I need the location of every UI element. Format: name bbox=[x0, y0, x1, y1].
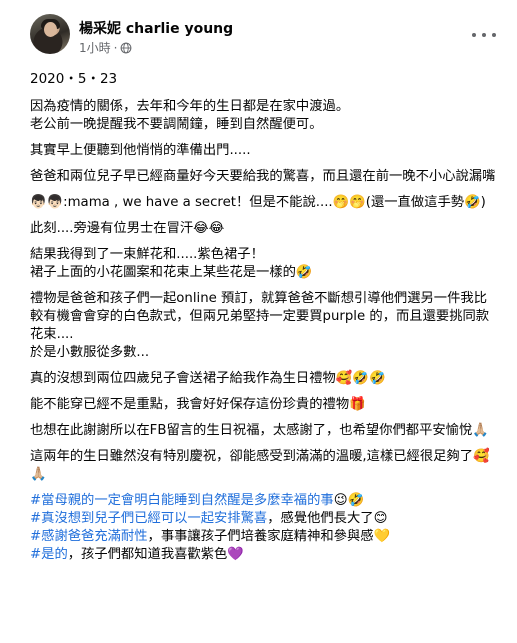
hashtag-line: #感謝爸爸充滿耐性，事事讓孩子們培養家庭精神和參與感💛 bbox=[30, 528, 500, 546]
hashtag-line-text: ，事事讓孩子們培養家庭精神和參與感💛 bbox=[147, 529, 391, 544]
hashtag-list: #當母親的一定會明白能睡到自然醒是多麼幸福的事😉🤣 #真沒想到兒子們已經可以一起… bbox=[30, 492, 500, 564]
post-timestamp[interactable]: 1小時 bbox=[79, 39, 111, 56]
hashtag-line: #當母親的一定會明白能睡到自然醒是多麼幸福的事😉🤣 bbox=[30, 492, 500, 510]
author-name[interactable]: 楊采妮 charlie young bbox=[79, 18, 233, 38]
hashtag-line-text: ，感覺他們長大了😊 bbox=[267, 511, 388, 526]
post-paragraph: 也想在此謝謝所以在FB留言的生日祝福，太感謝了，也希望你們都平安愉悅🙏🏼 bbox=[30, 423, 489, 438]
hashtag-link[interactable]: #是的 bbox=[30, 547, 68, 562]
hashtag-link[interactable]: #當母親的一定會明白能睡到自然醒是多麼幸福的事 bbox=[30, 493, 334, 508]
facebook-post: 楊采妮 charlie young 1小時 · 2020・5・23 因為疫情的關… bbox=[0, 0, 517, 643]
author-avatar[interactable] bbox=[30, 14, 70, 54]
post-body: 2020・5・23 因為疫情的關係，去年和今年的生日都是在家中渡過。 老公前一晚… bbox=[30, 70, 500, 564]
globe-icon[interactable] bbox=[120, 42, 132, 54]
post-paragraph: 能不能穿已經不是重點，我會好好保存這份珍貴的禮物🎁 bbox=[30, 397, 366, 412]
post-paragraph: 真的沒想到兩位四歲兒子會送裙子給我作為生日禮物🥰🤣🤣 bbox=[30, 371, 386, 386]
post-paragraph: 這兩年的生日雖然沒有特別慶祝，卻能感受到滿滿的溫暖,這樣已經很足夠了🥰🙏🏼 bbox=[30, 449, 490, 482]
hashtag-link[interactable]: #真沒想到兒子們已經可以一起安排驚喜 bbox=[30, 511, 267, 526]
post-date: 2020・5・23 bbox=[30, 71, 118, 87]
meta-separator: · bbox=[113, 40, 118, 55]
more-options-icon[interactable] bbox=[472, 28, 496, 42]
post-paragraph: 因為疫情的關係，去年和今年的生日都是在家中渡過。 老公前一晚提醒我不要調鬧鐘，睡… bbox=[30, 99, 350, 132]
post-paragraph: 結果我得到了一束鮮花和.....紫色裙子！ 裙子上面的小花圖案和花束上某些花是一… bbox=[30, 247, 313, 280]
post-meta: 1小時 · bbox=[79, 39, 132, 56]
hashtag-line-text: 😉🤣 bbox=[333, 493, 365, 508]
hashtag-line-text: ，孩子們都知道我喜歡紫色💜 bbox=[67, 547, 244, 562]
post-paragraph: 此刻....旁邊有位男士在冒汗😂😂 bbox=[30, 221, 225, 236]
post-paragraph: 爸爸和兩位兒子早已經商量好今天要給我的驚喜，而且還在前一晚不小心說漏嘴 bbox=[30, 169, 496, 184]
hashtag-link[interactable]: #感謝爸爸充滿耐性 bbox=[30, 529, 148, 544]
post-header: 楊采妮 charlie young 1小時 · bbox=[30, 14, 517, 60]
post-paragraph: 其實早上便聽到他悄悄的準備出門..... bbox=[30, 143, 251, 158]
hashtag-line: #是的，孩子們都知道我喜歡紫色💜 bbox=[30, 546, 500, 564]
hashtag-line: #真沒想到兒子們已經可以一起安排驚喜，感覺他們長大了😊 bbox=[30, 510, 500, 528]
post-paragraph: 👦🏻👦🏻:mama , we have a secret！但是不能說....🤭🤭… bbox=[30, 195, 486, 210]
post-paragraph: 禮物是爸爸和孩子們一起online 預訂，就算爸爸不斷想引導他們選另一件我比較有… bbox=[30, 291, 490, 360]
